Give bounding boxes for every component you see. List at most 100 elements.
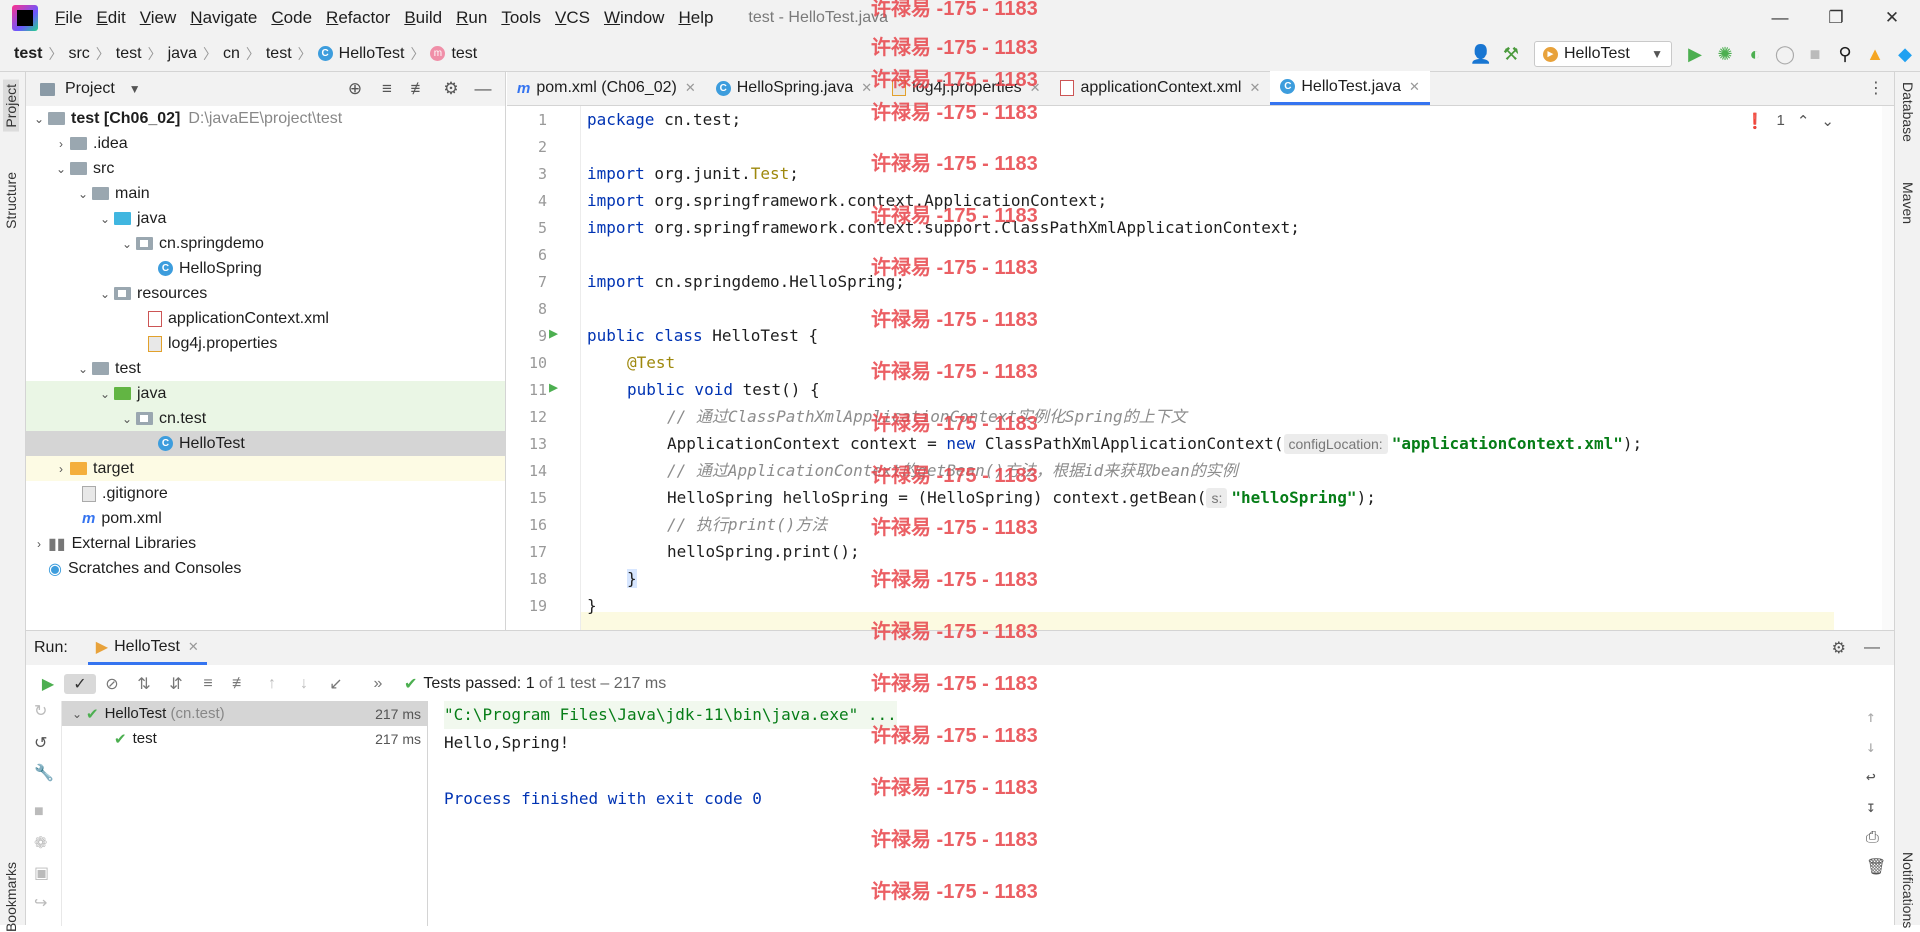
- stop-icon[interactable]: ■: [1800, 39, 1830, 69]
- next-failed-icon[interactable]: ↓: [288, 675, 320, 693]
- run-method-gutter-icon[interactable]: ▶: [549, 378, 558, 396]
- tree-item-main-java[interactable]: ⌄ java: [26, 206, 505, 231]
- print-icon[interactable]: ⎙: [1866, 827, 1879, 847]
- trash-icon[interactable]: 🗑: [1866, 857, 1886, 876]
- close-tab-icon[interactable]: ✕: [1409, 79, 1420, 95]
- dump-threads-icon[interactable]: ❁: [34, 833, 47, 853]
- chevron-down-icon[interactable]: ⌄: [96, 212, 114, 226]
- tree-item-hellospring[interactable]: C HelloSpring: [26, 256, 505, 281]
- expand-all-icon[interactable]: ≡: [371, 79, 403, 99]
- coverage-icon[interactable]: ◐: [1740, 39, 1770, 69]
- tab-hellospring[interactable]: C HelloSpring.java ✕: [706, 71, 882, 105]
- wrench-icon[interactable]: 🔧: [34, 763, 54, 783]
- menu-build[interactable]: Build: [397, 0, 449, 36]
- scroll-up-icon[interactable]: ↑: [1866, 707, 1876, 726]
- tab-structure-side[interactable]: Structure: [3, 172, 19, 229]
- menu-tools[interactable]: Tools: [494, 0, 548, 36]
- breadcrumb-test-pkg[interactable]: test: [266, 45, 292, 63]
- show-ignored-icon[interactable]: ⊘: [96, 674, 128, 694]
- editor-scrollbar[interactable]: [1882, 106, 1894, 630]
- chevron-down-icon[interactable]: ⌄: [30, 112, 48, 126]
- breadcrumb-java[interactable]: java: [168, 45, 197, 63]
- chevron-down-icon[interactable]: ⌄: [96, 287, 114, 301]
- tree-item-project-root[interactable]: ⌄ test [Ch06_02] D:\javaEE\project\test: [26, 106, 505, 131]
- chevron-down-icon[interactable]: ⌄: [74, 187, 92, 201]
- run-config-select[interactable]: ► HelloTest ▼: [1534, 41, 1672, 67]
- tree-item-hellotest[interactable]: C HelloTest: [26, 431, 505, 456]
- import-tests-icon[interactable]: ↙: [320, 674, 352, 694]
- run-icon[interactable]: ▶: [1680, 39, 1710, 69]
- scroll-down-icon[interactable]: ↓: [1866, 737, 1876, 756]
- profile-icon[interactable]: ◯: [1770, 39, 1800, 69]
- prev-failed-icon[interactable]: ↑: [256, 675, 288, 693]
- tab-project-side[interactable]: Project: [3, 80, 19, 132]
- chevron-down-icon[interactable]: ⌄: [118, 237, 136, 251]
- next-error-icon[interactable]: ⌄: [1821, 112, 1834, 130]
- close-tab-icon[interactable]: ✕: [685, 80, 696, 96]
- tab-pom-xml[interactable]: m pom.xml (Ch06_02) ✕: [507, 71, 706, 105]
- tab-maven-side[interactable]: Maven: [1900, 182, 1916, 224]
- gear-icon[interactable]: ⚙: [435, 79, 467, 99]
- tree-item-external-libraries[interactable]: › ▮▮ External Libraries: [26, 531, 505, 556]
- sort-duration-icon[interactable]: ⇵: [160, 674, 192, 694]
- toggle-autotest-icon[interactable]: ↺: [34, 733, 47, 753]
- tab-hellotest[interactable]: C HelloTest.java ✕: [1270, 71, 1430, 105]
- tree-item-idea[interactable]: › .idea: [26, 131, 505, 156]
- tree-item-pom-xml[interactable]: m pom.xml: [26, 506, 505, 531]
- minimize-icon[interactable]: —: [1752, 0, 1808, 36]
- debug-icon[interactable]: ✺: [1710, 39, 1740, 69]
- close-tab-icon[interactable]: ✕: [1249, 80, 1260, 96]
- breadcrumb-src[interactable]: src: [68, 45, 89, 63]
- test-row-method[interactable]: ✔ test 217 ms: [62, 726, 427, 751]
- tree-item-src[interactable]: ⌄ src: [26, 156, 505, 181]
- breadcrumb-class[interactable]: C HelloTest: [317, 45, 404, 63]
- menu-window[interactable]: Window: [597, 0, 671, 36]
- show-passed-icon[interactable]: ✓: [64, 674, 96, 694]
- locate-icon[interactable]: ⊕: [339, 79, 371, 99]
- expand-all-icon[interactable]: ≡: [192, 675, 224, 693]
- tab-database-side[interactable]: Database: [1900, 82, 1916, 142]
- run-class-gutter-icon[interactable]: ▶: [549, 324, 558, 342]
- update-icon[interactable]: ▲: [1860, 39, 1890, 69]
- collapse-all-icon[interactable]: ≢: [403, 79, 435, 99]
- menu-help[interactable]: Help: [671, 0, 720, 36]
- chevron-down-icon[interactable]: ⌄: [118, 412, 136, 426]
- tab-notifications-side[interactable]: Notifications: [1900, 852, 1916, 928]
- menu-edit[interactable]: Edit: [89, 0, 132, 36]
- tree-item-main[interactable]: ⌄ main: [26, 181, 505, 206]
- camera-icon[interactable]: ▣: [34, 863, 49, 883]
- chevron-right-icon[interactable]: ›: [52, 462, 70, 476]
- more-icon[interactable]: »: [362, 675, 394, 693]
- tree-item-test-folder[interactable]: ⌄ test: [26, 356, 505, 381]
- scroll-to-end-icon[interactable]: ↧: [1866, 797, 1876, 816]
- rerun-failed-icon[interactable]: ↻: [34, 701, 47, 721]
- breadcrumb-project[interactable]: test: [14, 45, 42, 63]
- console-output[interactable]: "C:\Program Files\Java\jdk-11\bin\java.e…: [428, 701, 1894, 926]
- tab-applicationcontext-xml[interactable]: applicationContext.xml ✕: [1050, 71, 1270, 105]
- stop-icon[interactable]: ■: [34, 803, 44, 821]
- breadcrumb-method[interactable]: m test: [430, 45, 477, 63]
- chevron-right-icon[interactable]: ›: [30, 537, 48, 551]
- test-row-suite[interactable]: ⌄ ✔ HelloTest (cn.test) 217 ms: [62, 701, 427, 726]
- tree-item-target[interactable]: › target: [26, 456, 505, 481]
- menu-run[interactable]: Run: [449, 0, 494, 36]
- hide-icon[interactable]: —: [467, 79, 499, 99]
- project-title[interactable]: Project: [65, 80, 115, 98]
- tree-item-scratches[interactable]: ◉ Scratches and Consoles: [26, 556, 505, 581]
- close-tab-icon[interactable]: ✕: [188, 639, 199, 655]
- plugin-logo-icon[interactable]: ◆: [1890, 39, 1920, 69]
- close-window-icon[interactable]: ✕: [1864, 0, 1920, 36]
- user-icon[interactable]: 👤: [1466, 39, 1496, 69]
- tab-bookmarks-side[interactable]: Bookmarks: [3, 862, 19, 932]
- breadcrumb-cn[interactable]: cn: [223, 45, 240, 63]
- chevron-down-icon[interactable]: ⌄: [68, 707, 86, 721]
- gear-icon[interactable]: ⚙: [1832, 638, 1846, 658]
- chevron-down-icon[interactable]: ⌄: [96, 387, 114, 401]
- tree-item-log4j-properties[interactable]: log4j.properties: [26, 331, 505, 356]
- build-hammer-icon[interactable]: ⚒: [1496, 39, 1526, 69]
- breadcrumb-test[interactable]: test: [116, 45, 142, 63]
- prev-error-icon[interactable]: ⌃: [1797, 112, 1810, 130]
- tree-item-gitignore[interactable]: .gitignore: [26, 481, 505, 506]
- chevron-down-icon[interactable]: ▼: [129, 82, 141, 96]
- code-editor[interactable]: package cn.test; import org.junit.Test; …: [587, 106, 1894, 630]
